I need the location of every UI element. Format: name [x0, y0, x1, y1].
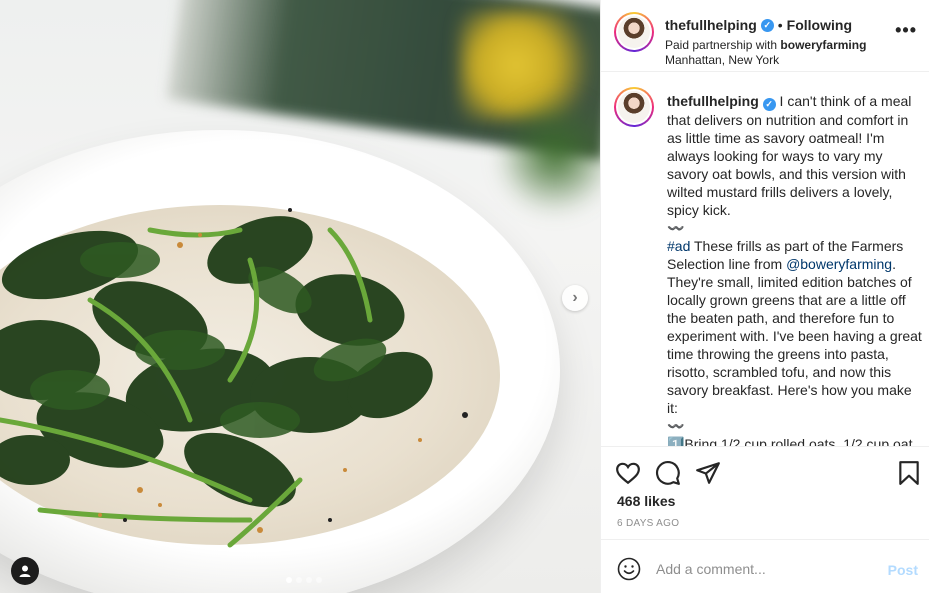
bookmark-icon[interactable]: [896, 460, 922, 486]
post-timestamp[interactable]: 6 DAYS AGO: [617, 518, 679, 529]
verified-icon: ✓: [760, 18, 774, 32]
carousel-dot: [286, 577, 292, 583]
caption-paragraph-2b: . They're small, limited edition batches…: [667, 255, 922, 416]
mustard-greens: [0, 208, 468, 548]
user-tag-icon: [19, 565, 31, 577]
post-image[interactable]: ›: [0, 0, 600, 593]
caption-area: thefullhelping ✓ I can't think of a meal…: [601, 72, 929, 447]
header-username[interactable]: thefullhelping: [665, 17, 757, 33]
heart-icon[interactable]: [615, 460, 641, 486]
avatar[interactable]: [614, 12, 654, 52]
caption-avatar[interactable]: [614, 87, 654, 127]
carousel-dot: [316, 577, 322, 583]
squiggle-divider: 〰️: [667, 417, 685, 434]
verified-icon: ✓: [762, 97, 776, 111]
carousel-dot: [296, 577, 302, 583]
user-tag-button[interactable]: [11, 557, 39, 585]
caption-step-1: 1️⃣Bring 1/2 cup rolled oats, 1/2 cup oa…: [667, 435, 913, 447]
post-comment-button[interactable]: Post: [888, 562, 918, 578]
partner-link[interactable]: boweryfarming: [780, 38, 866, 52]
post-panel: thefullhelping ✓ • Following Paid partne…: [600, 0, 929, 593]
partnership-label: Paid partnership with boweryfarming: [665, 38, 867, 52]
share-icon[interactable]: [695, 460, 721, 486]
next-slide-button[interactable]: ›: [562, 285, 588, 311]
caption-text: thefullhelping ✓ I can't think of a meal…: [667, 92, 925, 447]
comment-form: Post: [601, 541, 929, 593]
carousel-dots: [286, 577, 322, 583]
comment-input[interactable]: [656, 555, 876, 583]
action-bar: 468 likes 6 DAYS AGO: [601, 448, 929, 540]
likes-count[interactable]: 468 likes: [617, 493, 675, 509]
more-options-button[interactable]: •••: [895, 20, 917, 41]
mention-link[interactable]: @boweryfarming: [786, 256, 892, 272]
caption-paragraph-1: I can't think of a meal that delivers on…: [667, 93, 912, 218]
following-button[interactable]: Following: [787, 17, 852, 33]
chevron-right-icon: ›: [572, 289, 578, 306]
emoji-icon[interactable]: [617, 557, 641, 581]
follow-separator: •: [777, 17, 783, 33]
post-header: thefullhelping ✓ • Following Paid partne…: [601, 0, 929, 72]
hashtag-link[interactable]: #ad: [667, 238, 690, 254]
caption-username[interactable]: thefullhelping: [667, 93, 759, 109]
location-link[interactable]: Manhattan, New York: [665, 53, 779, 67]
squiggle-divider: 〰️: [667, 219, 685, 236]
carousel-dot: [306, 577, 312, 583]
comment-icon[interactable]: [655, 460, 681, 486]
